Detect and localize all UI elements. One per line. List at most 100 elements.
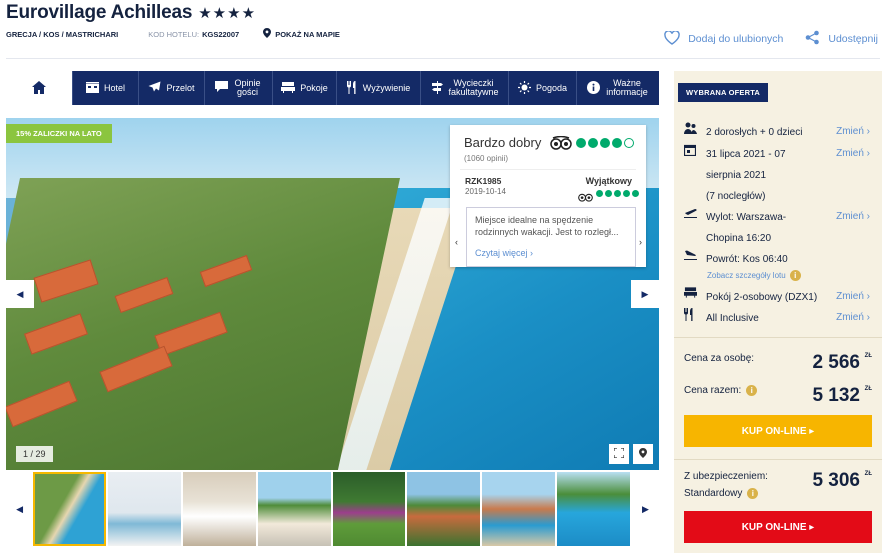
review-date: 2019-10-14	[465, 187, 506, 196]
tab-board-label: Wyżywienie	[362, 82, 411, 93]
review-quote: Miejsce idealne na spędzenie rodzinnych …	[466, 207, 636, 267]
thumbnail-pool[interactable]	[557, 472, 630, 546]
tab-reviews[interactable]: Opinie gości	[204, 71, 272, 105]
tripadvisor-owl-icon	[550, 135, 572, 153]
tab-important-info[interactable]: Ważne informacje	[576, 71, 659, 105]
tab-flight-label: Przelot	[166, 82, 195, 93]
board-row: All Inclusive	[684, 308, 759, 329]
hotel-icon	[85, 81, 99, 95]
change-board-link[interactable]: Zmień ›	[836, 312, 870, 323]
rating-text: Bardzo dobry	[464, 135, 542, 150]
return-row: Powrót: Kos 06:40	[684, 249, 788, 270]
fullscreen-icon	[613, 446, 625, 461]
info-icon	[587, 80, 600, 96]
rating-bubble	[588, 138, 598, 148]
thumbnail-room[interactable]	[108, 472, 181, 546]
change-guests-link[interactable]: Zmień ›	[836, 126, 870, 137]
speech-bubble-icon	[214, 81, 228, 95]
thumbnail-restaurant[interactable]	[182, 472, 256, 546]
thumbnail-resort[interactable]	[407, 472, 481, 546]
user-rating-bubbles	[596, 190, 639, 197]
change-label: Zmień	[836, 291, 864, 302]
review-count: (1060 opinii)	[464, 154, 509, 163]
rating-bubble	[576, 138, 586, 148]
thumbnail-strip: ◀ ▶	[6, 470, 659, 548]
buy-online-button[interactable]: KUP ON-LINE ▸	[684, 415, 872, 447]
tab-hotel[interactable]: Hotel	[72, 71, 138, 105]
read-more-link[interactable]: Czytaj więcej ›	[475, 247, 627, 259]
dates-row: 31 lipca 2021 - 07 sierpnia 2021 (7 nocl…	[683, 144, 786, 207]
buy-online-insured-button[interactable]: KUP ON-LINE ▸	[684, 511, 872, 543]
rating-bubble	[623, 190, 630, 197]
cutlery-icon	[346, 80, 358, 96]
review-verdict: Wyjątkowy	[585, 176, 632, 186]
change-flight-link[interactable]: Zmień ›	[836, 211, 870, 222]
tab-excursions-label: Wycieczki fakultatywne	[448, 78, 499, 97]
thumbnail-garden[interactable]	[257, 472, 331, 546]
review-next-button[interactable]: ›	[639, 237, 642, 247]
tripadvisor-owl-icon	[578, 189, 593, 207]
read-more-label: Czytaj więcej	[475, 248, 528, 258]
gallery-next-button[interactable]: ▶	[631, 280, 659, 308]
rating-bubble	[596, 190, 603, 197]
rating-bubble	[614, 190, 621, 197]
dates-line-1: 31 lipca 2021 - 07	[706, 149, 786, 160]
change-room-link[interactable]: Zmień ›	[836, 291, 870, 302]
gallery-map-button[interactable]	[633, 444, 653, 464]
flight-details-link[interactable]: Zobacz szczegóły lotu i	[707, 270, 801, 281]
hotel-page: Eurovillage Achilleas ★★★★ GRECJA / KOS …	[0, 0, 886, 557]
gallery-prev-button[interactable]: ◀	[6, 280, 34, 308]
location-breadcrumb[interactable]: GRECJA / KOS / MASTRICHARI	[6, 30, 118, 39]
thumbs-prev-button[interactable]: ◀	[6, 504, 33, 515]
title-row: Eurovillage Achilleas ★★★★	[6, 2, 256, 24]
rating-bubble	[600, 138, 610, 148]
rating-bubble	[632, 190, 639, 197]
hotel-name: Eurovillage Achilleas	[6, 2, 193, 23]
tab-weather[interactable]: Pogoda	[508, 71, 576, 105]
share-icon	[805, 30, 820, 48]
total-label: Cena razem: i	[684, 385, 758, 396]
hotel-code-label: KOD HOTELU:	[148, 29, 200, 39]
bed-icon	[684, 287, 706, 308]
insured-price: 5 306	[812, 470, 860, 491]
tab-rooms[interactable]: Pokoje	[272, 71, 336, 105]
rating-bubble	[624, 138, 634, 148]
dates-line-2: sierpnia 2021	[706, 170, 767, 181]
change-label: Zmień	[836, 211, 864, 222]
thumbnail-coast[interactable]	[482, 472, 555, 546]
share-button[interactable]: Udostępnij	[805, 30, 878, 48]
signpost-icon	[431, 80, 444, 96]
takeoff-icon	[684, 207, 706, 249]
dates-value: 31 lipca 2021 - 07 sierpnia 2021 (7 nocl…	[706, 144, 786, 207]
insurance-plan-label: Standardowy	[684, 488, 743, 499]
change-label: Zmień	[836, 148, 864, 159]
change-dates-link[interactable]: Zmień ›	[836, 148, 870, 159]
heart-icon	[664, 29, 680, 48]
selected-offer-panel: WYBRANA OFERTA 2 dorosłych + 0 dzieci Zm…	[674, 71, 882, 553]
tab-board[interactable]: Wyżywienie	[336, 71, 420, 105]
tab-flight[interactable]: Przelot	[138, 71, 204, 105]
fullscreen-button[interactable]	[609, 444, 629, 464]
sun-icon	[517, 80, 531, 96]
add-to-favorites-button[interactable]: Dodaj do ulubionych	[664, 29, 783, 48]
review-prev-button[interactable]: ‹	[455, 237, 458, 247]
thumbnail-playground[interactable]	[332, 472, 406, 546]
chevron-left-icon: ◀	[16, 288, 24, 299]
share-label: Udostępnij	[828, 33, 878, 45]
info-icon[interactable]: i	[746, 385, 758, 396]
review-text: Miejsce idealne na spędzenie rodzinnych …	[475, 215, 619, 237]
tab-home[interactable]	[6, 71, 72, 105]
departure-value: Wylot: Warszawa- Chopina 16:20	[706, 207, 786, 249]
tripadvisor-review-card: Bardzo dobry (1060 opinii) RZK1985 2019-…	[450, 125, 646, 267]
show-on-map-link[interactable]: POKAŻ NA MAPIE	[275, 30, 340, 39]
plane-icon	[148, 81, 161, 96]
tab-weather-label: Pogoda	[535, 82, 568, 93]
per-person-label: Cena za osobę:	[684, 353, 755, 364]
info-icon[interactable]: i	[747, 488, 759, 499]
tab-important-info-label: Ważne informacje	[606, 78, 648, 97]
tab-excursions[interactable]: Wycieczki fakultatywne	[420, 71, 508, 105]
calendar-icon	[683, 144, 706, 207]
thumbs-next-button[interactable]: ▶	[632, 504, 659, 515]
per-person-price: 2 566	[812, 352, 860, 373]
thumbnail-aerial[interactable]	[33, 472, 107, 546]
